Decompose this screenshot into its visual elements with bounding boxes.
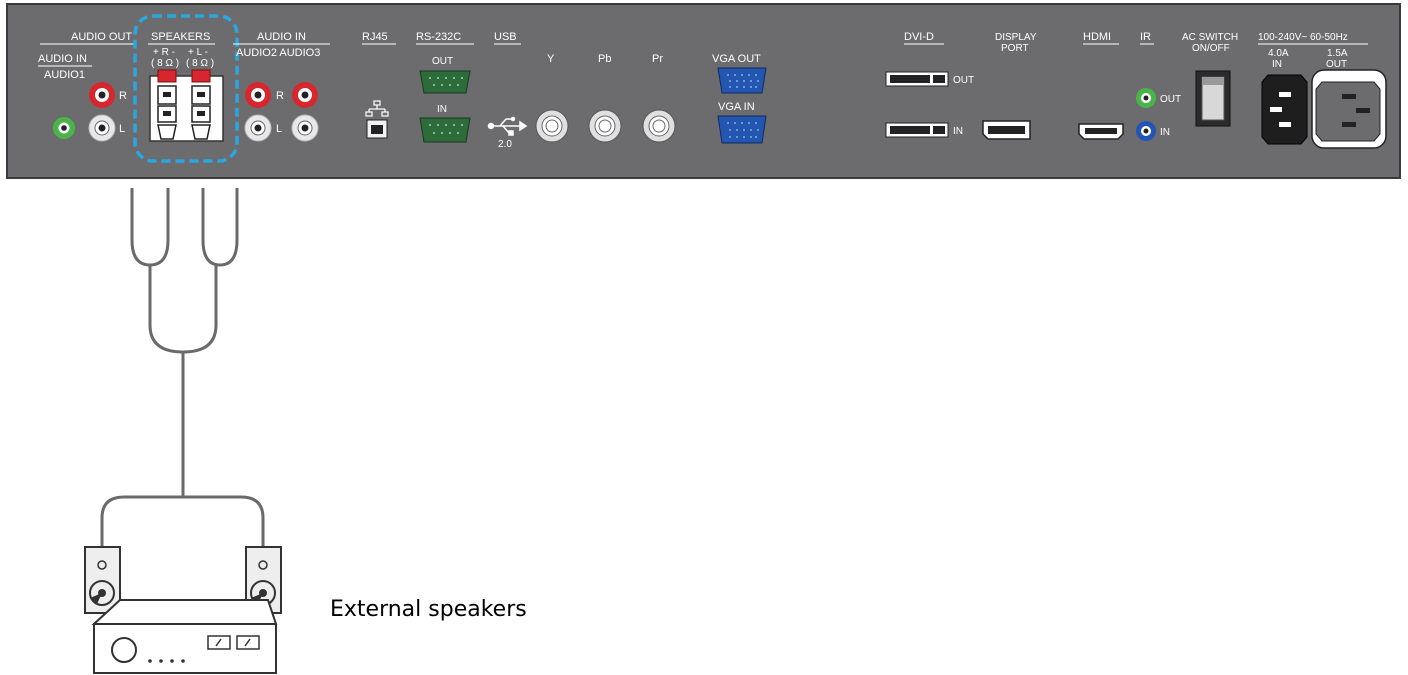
power-inlet xyxy=(1261,74,1308,145)
audio1-r-label: R xyxy=(119,90,127,102)
audio-out-green-jack xyxy=(53,117,75,139)
rs-out-label: OUT xyxy=(432,56,453,67)
left-speaker-icon xyxy=(84,546,121,614)
vga-in-port xyxy=(717,115,767,144)
y-label: Y xyxy=(547,53,555,65)
dvi-in-port xyxy=(885,122,949,138)
pr-label: Pr xyxy=(652,53,663,65)
ir-in-jack xyxy=(1136,121,1156,141)
audio2-audio3-label: AUDIO2 AUDIO3 xyxy=(236,47,320,59)
audio1-l-label: L xyxy=(119,123,125,135)
ac-switch-label-1: AC SWITCH xyxy=(1182,32,1238,43)
audio2-l-jack xyxy=(244,114,272,142)
dvi-d-label: DVI-D xyxy=(904,31,934,43)
pb-jack xyxy=(588,109,622,143)
y-jack xyxy=(535,109,569,143)
speaker-r-label: + R - xyxy=(153,47,175,58)
audio-in-1-label: AUDIO IN xyxy=(38,53,87,65)
speaker-cable xyxy=(100,188,265,550)
ir-out-label: OUT xyxy=(1160,94,1181,105)
connection-diagram: AUDIO OUT AUDIO IN AUDIO1 R L SPEAKERS +… xyxy=(6,3,1401,674)
rj45-label: RJ45 xyxy=(362,31,388,43)
power-out-current: 1.5A xyxy=(1327,48,1348,59)
vga-out-port xyxy=(717,67,767,94)
audio1-r-jack xyxy=(89,82,115,108)
hdmi-port xyxy=(1078,123,1124,140)
displayport-label-1: DISPLAY xyxy=(995,32,1037,43)
speaker-l-label: + L - xyxy=(188,47,208,58)
displayport-port xyxy=(982,120,1031,140)
speaker-r-ohm: ( 8 Ω ) xyxy=(151,58,179,69)
audio3-r-jack xyxy=(292,82,318,108)
hdmi-label: HDMI xyxy=(1083,31,1111,43)
power-out-label: OUT xyxy=(1326,59,1347,70)
ir-label: IR xyxy=(1140,31,1151,43)
audio-out-label: AUDIO OUT xyxy=(71,31,132,43)
audio1-label: AUDIO1 xyxy=(44,69,85,81)
displayport-label-2: PORT xyxy=(1001,43,1029,54)
speaker-l-ohm: ( 8 Ω ) xyxy=(186,58,214,69)
audio2-l-label: L xyxy=(276,123,282,135)
vga-out-label: VGA OUT xyxy=(712,53,761,65)
power-outlet xyxy=(1311,69,1387,149)
ir-in-label: IN xyxy=(1160,127,1170,138)
speaker-terminal-block xyxy=(149,69,224,142)
usb-label: USB xyxy=(494,31,517,43)
vga-in-label: VGA IN xyxy=(718,101,755,113)
audio2-r-label: R xyxy=(276,90,284,102)
rs232-in-port xyxy=(419,117,471,143)
audio1-l-jack xyxy=(88,114,116,142)
dvi-out-label: OUT xyxy=(953,75,974,86)
speakers-label: SPEAKERS xyxy=(151,31,210,43)
usb-version-label: 2.0 xyxy=(498,139,512,150)
audio2-r-jack xyxy=(245,82,271,108)
ac-switch xyxy=(1195,70,1231,127)
ac-switch-label-2: ON/OFF xyxy=(1192,43,1230,54)
rj45-port xyxy=(366,119,388,139)
pr-jack xyxy=(642,109,676,143)
rs232c-label: RS-232C xyxy=(416,31,461,43)
power-in-current: 4.0A xyxy=(1268,48,1289,59)
ir-out-jack xyxy=(1136,88,1156,108)
power-in-label: IN xyxy=(1272,59,1282,70)
power-rating-label: 100-240V~ 60-50Hz xyxy=(1258,32,1348,43)
rs232-out-port xyxy=(419,70,471,94)
dvi-in-label: IN xyxy=(953,126,963,137)
rs-in-label: IN xyxy=(437,104,447,115)
pb-label: Pb xyxy=(598,53,611,65)
audio-in-23-label: AUDIO IN xyxy=(257,31,306,43)
external-speakers-caption: External speakers xyxy=(330,597,527,622)
amplifier-icon xyxy=(91,599,278,674)
audio3-l-jack xyxy=(291,114,319,142)
dvi-out-port xyxy=(885,71,949,87)
